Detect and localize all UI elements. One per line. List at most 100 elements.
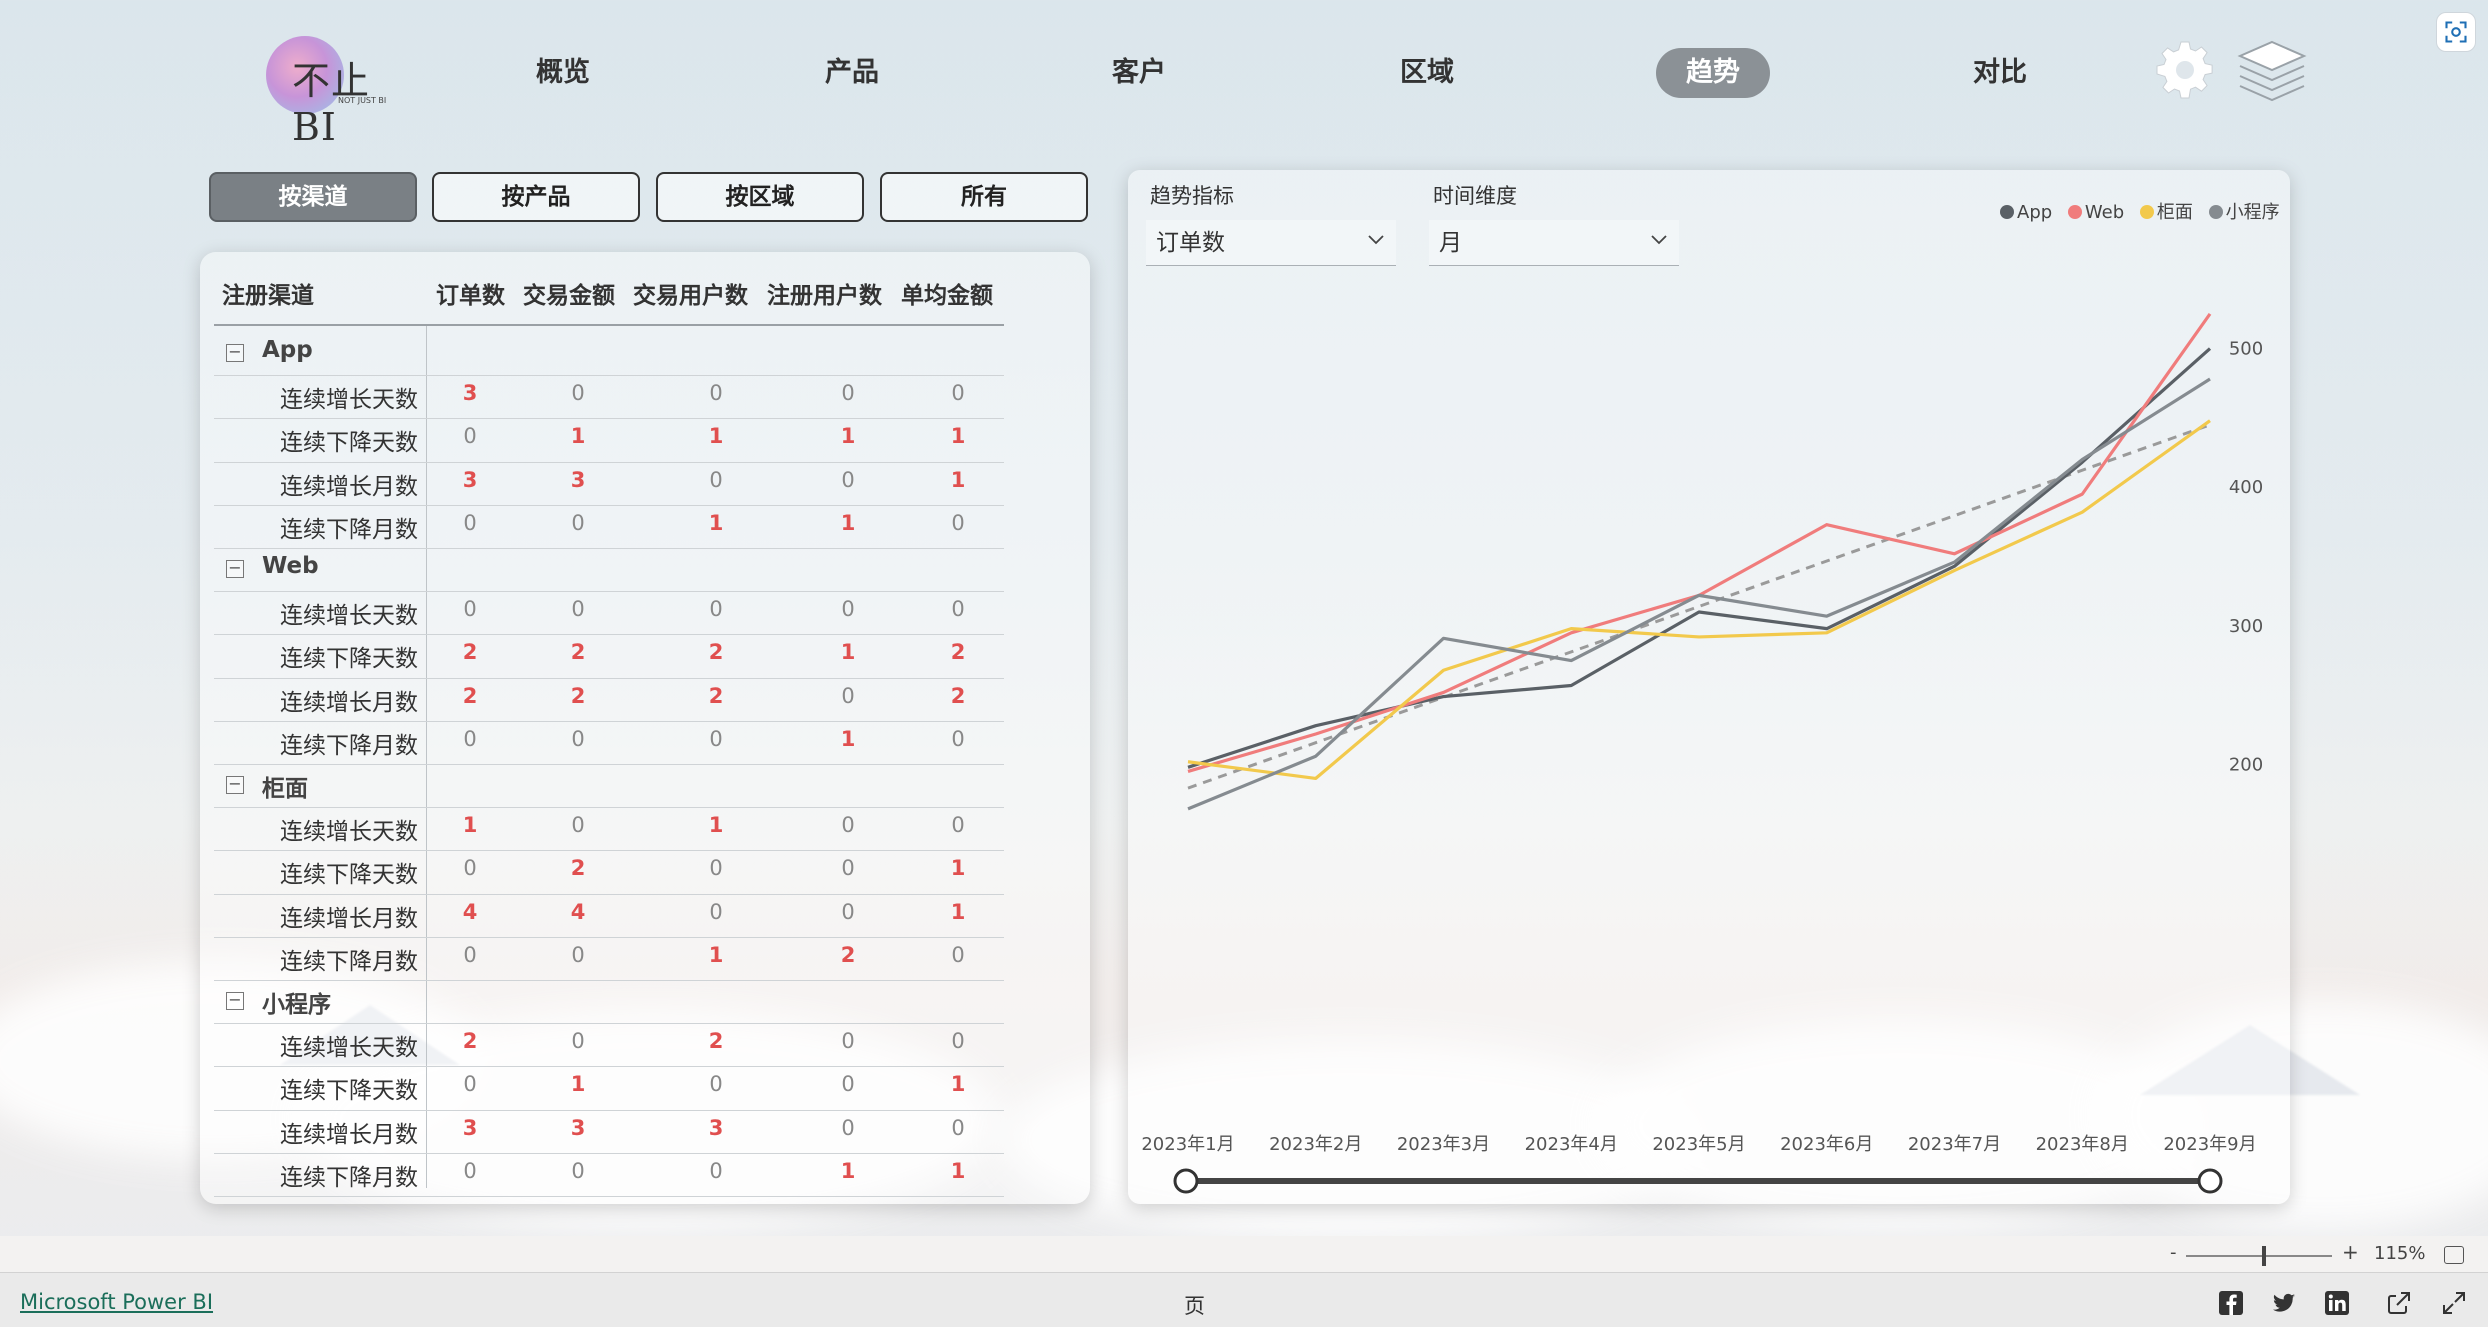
series-line[interactable]	[1187, 377, 2211, 811]
row-divider	[214, 634, 1004, 636]
nav-region[interactable]: 区域	[1367, 48, 1487, 98]
matrix-cell: 1	[950, 1158, 966, 1183]
matrix-cell: 3	[462, 1115, 478, 1140]
matrix-cell: 0	[463, 856, 477, 881]
matrix-header-trading-users[interactable]: 交易用户数	[633, 276, 748, 310]
y-tick-label: 500	[2229, 339, 2263, 360]
matrix-row-label: 连续下降天数	[280, 646, 418, 673]
row-divider	[214, 807, 1004, 809]
matrix-row-label: 连续增长月数	[280, 689, 418, 716]
matrix-cell: 0	[841, 856, 855, 881]
series-line[interactable]	[1187, 347, 2212, 769]
nav-customer[interactable]: 客户	[1079, 48, 1199, 98]
range-slider-start-handle[interactable]	[1173, 1168, 1199, 1194]
matrix-cell: 0	[841, 467, 855, 492]
matrix-cell: 0	[841, 1115, 855, 1140]
group-divider	[214, 548, 1004, 549]
y-tick-label: 400	[2229, 477, 2263, 498]
matrix-cell: 0	[951, 381, 965, 406]
row-divider	[214, 1152, 1004, 1154]
row-divider	[214, 1109, 1004, 1111]
x-tick-label: 2023年5月	[1652, 1134, 1745, 1155]
group-collapse-toggle[interactable]: −	[226, 344, 244, 362]
matrix-cell: 0	[463, 1072, 477, 1097]
facebook-icon[interactable]	[2218, 1290, 2244, 1316]
matrix-cell: 2	[570, 683, 586, 708]
matrix-cell: 0	[951, 510, 965, 535]
matrix-header-avg-amount[interactable]: 单均金额	[901, 276, 993, 310]
filter-by-region-button[interactable]: 按区域	[656, 172, 864, 222]
matrix-cell: 0	[463, 942, 477, 967]
group-collapse-toggle[interactable]: −	[226, 560, 244, 578]
matrix-cell: 0	[841, 899, 855, 924]
matrix-cell: 0	[951, 813, 965, 838]
zoom-level: 115%	[2374, 1243, 2426, 1264]
focus-mode-icon[interactable]	[2436, 12, 2476, 52]
matrix-cell: 0	[841, 1072, 855, 1097]
matrix-header-channel[interactable]: 注册渠道	[222, 276, 314, 310]
x-tick-label: 2023年7月	[1908, 1134, 2001, 1155]
matrix-cell: 1	[950, 424, 966, 449]
x-tick-label: 2023年8月	[2036, 1134, 2129, 1155]
group-collapse-toggle[interactable]: −	[226, 992, 244, 1010]
nav-trend[interactable]: 趋势	[1656, 48, 1770, 98]
matrix-row-label: 连续下降月数	[280, 1164, 418, 1191]
matrix-cell: 0	[841, 381, 855, 406]
filter-all-button[interactable]: 所有	[880, 172, 1088, 222]
matrix-header-amount[interactable]: 交易金额	[523, 276, 615, 310]
row-divider	[214, 850, 1004, 852]
nav-product[interactable]: 产品	[792, 48, 912, 98]
fit-to-page-icon[interactable]	[2444, 1246, 2464, 1264]
matrix-row-label: 连续下降天数	[280, 430, 418, 457]
filter-by-product-button[interactable]: 按产品	[432, 172, 640, 222]
zoom-out-button[interactable]: -	[2170, 1242, 2177, 1263]
range-slider-end-handle[interactable]	[2197, 1168, 2223, 1194]
matrix-cell: 4	[462, 899, 478, 924]
matrix-cell: 0	[951, 597, 965, 622]
zoom-in-button[interactable]: +	[2342, 1240, 2359, 1264]
trend-line-chart[interactable]: 200 300 400 500 2023年1月 2023年2月 2023年3月 2023年4月…	[1128, 170, 2290, 1204]
x-tick-label: 2023年1月	[1141, 1134, 1234, 1155]
zoom-bar	[0, 1236, 2488, 1272]
filter-by-channel-button[interactable]: 按渠道	[209, 172, 417, 222]
zoom-slider-track[interactable]	[2186, 1255, 2332, 1257]
nav-overview[interactable]: 概览	[503, 48, 623, 98]
matrix-cell: 1	[950, 899, 966, 924]
footer-bar	[0, 1272, 2488, 1327]
matrix-header-orders[interactable]: 订单数	[436, 276, 505, 310]
group-label: App	[262, 337, 313, 363]
matrix-header-registered-users[interactable]: 注册用户数	[767, 276, 882, 310]
matrix-cell: 0	[841, 813, 855, 838]
zoom-slider-thumb[interactable]	[2262, 1246, 2266, 1266]
matrix-cell: 0	[709, 467, 723, 492]
matrix-cell: 3	[708, 1115, 724, 1140]
linkedin-icon[interactable]	[2324, 1290, 2350, 1316]
x-tick-label: 2023年6月	[1780, 1134, 1873, 1155]
matrix-cell: 0	[951, 1029, 965, 1054]
series-line[interactable]	[1187, 312, 2212, 774]
matrix-cell: 2	[708, 640, 724, 665]
group-collapse-toggle[interactable]: −	[226, 776, 244, 794]
gear-icon[interactable]	[2155, 40, 2215, 100]
matrix-cell: 1	[708, 510, 724, 535]
matrix-row-label: 连续下降月数	[280, 948, 418, 975]
matrix-cell: 0	[571, 597, 585, 622]
share-icon[interactable]	[2386, 1290, 2412, 1316]
fullscreen-icon[interactable]	[2441, 1290, 2467, 1316]
matrix-cell: 0	[841, 597, 855, 622]
matrix-cell: 0	[709, 1158, 723, 1183]
x-tick-label: 2023年4月	[1525, 1134, 1618, 1155]
layers-icon[interactable]	[2236, 38, 2308, 104]
matrix-cell: 1	[840, 1158, 856, 1183]
group-label: 柜面	[262, 776, 308, 802]
nav-compare[interactable]: 对比	[1940, 48, 2060, 98]
matrix-cell: 0	[463, 424, 477, 449]
matrix-cell: 1	[840, 510, 856, 535]
row-divider	[214, 461, 1004, 463]
logo-subtext: NOT JUST BI	[338, 96, 387, 105]
row-divider	[214, 893, 1004, 895]
twitter-icon[interactable]	[2271, 1290, 2297, 1316]
power-bi-link[interactable]: Microsoft Power BI	[20, 1290, 213, 1314]
matrix-row-label: 连续下降月数	[280, 732, 418, 759]
matrix-row-label: 连续下降天数	[280, 1078, 418, 1105]
